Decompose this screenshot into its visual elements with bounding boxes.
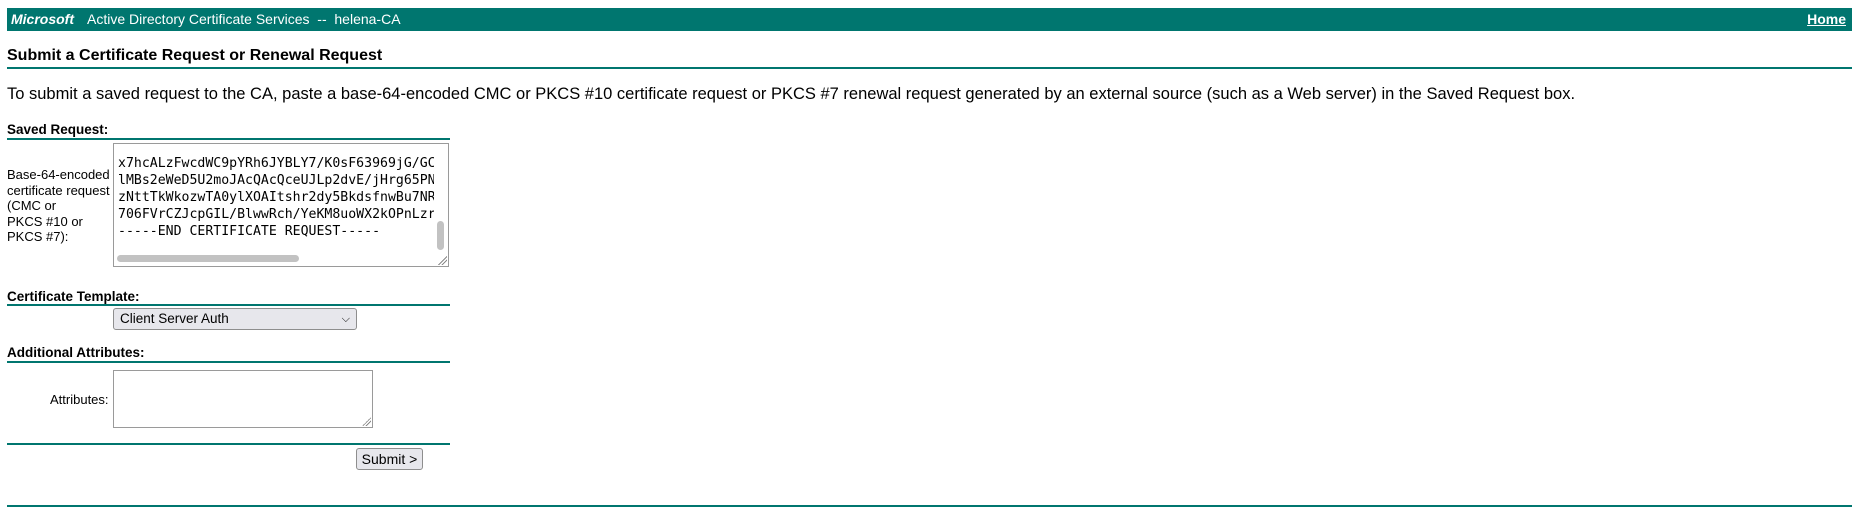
additional-attributes-heading: Additional Attributes: <box>7 345 145 360</box>
saved-request-divider <box>7 138 450 140</box>
form-bottom-divider <box>7 443 450 445</box>
home-link[interactable]: Home <box>1807 8 1846 31</box>
certificate-request-page: Microsoft Active Directory Certificate S… <box>0 0 1859 513</box>
service-title: Active Directory Certificate Services --… <box>87 11 401 27</box>
instructions-text: To submit a saved request to the CA, pas… <box>7 85 1576 103</box>
submit-button[interactable]: Submit > <box>356 448 423 470</box>
horizontal-scrollbar[interactable] <box>117 255 299 262</box>
page-bottom-divider <box>7 505 1852 507</box>
attributes-label: Attributes: <box>50 392 109 407</box>
header-bar: Microsoft Active Directory Certificate S… <box>7 8 1852 31</box>
certificate-template-heading: Certificate Template: <box>7 289 140 304</box>
certificate-template-divider <box>7 304 450 306</box>
saved-request-textarea[interactable]: x7hcALzFwcdWC9pYRh6JYBLY7/K0sF63969jG/GC… <box>113 143 449 267</box>
saved-request-heading: Saved Request: <box>7 122 109 137</box>
page-title: Submit a Certificate Request or Renewal … <box>7 47 383 64</box>
certificate-template-select[interactable]: Client Server Auth ⌵ <box>113 308 357 330</box>
certificate-template-value: Client Server Auth <box>120 311 229 326</box>
vertical-scrollbar[interactable] <box>437 221 444 250</box>
resize-grip-icon[interactable] <box>437 255 447 265</box>
request-text: x7hcALzFwcdWC9pYRh6JYBLY7/K0sF63969jG/GC… <box>118 156 434 239</box>
additional-attributes-divider <box>7 361 450 363</box>
resize-grip-icon[interactable] <box>361 416 371 426</box>
saved-request-label: Base-64-encoded certificate request (CMC… <box>7 167 110 244</box>
chevron-down-icon: ⌵ <box>341 313 350 325</box>
title-divider <box>7 67 1852 69</box>
brand-name: Microsoft <box>11 11 74 27</box>
attributes-textarea[interactable] <box>113 370 373 428</box>
